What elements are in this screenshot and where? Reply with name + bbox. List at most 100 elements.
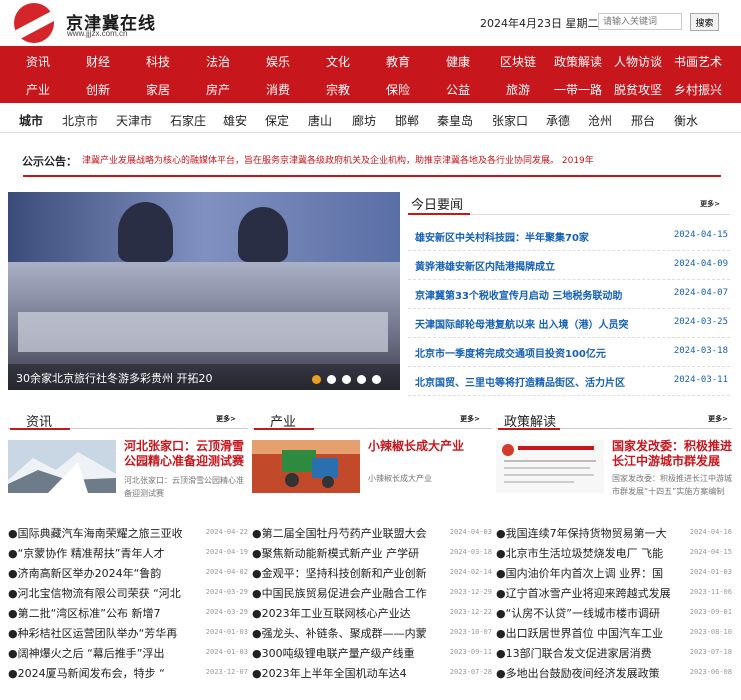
nav-item[interactable]: 政策解读 bbox=[548, 53, 608, 70]
list-item[interactable]: ●种彩桔社区运营团队举办“芳华再 2024-01-03 bbox=[8, 622, 248, 643]
list-item[interactable]: ●阔神爆火之后 “幕后推手”浮出 2024-01-03 bbox=[8, 642, 248, 663]
list-title[interactable]: ●2024厦马新闻发布会，特步 “ bbox=[8, 665, 198, 681]
nav-item[interactable]: 娱乐 bbox=[248, 53, 308, 70]
more-link[interactable]: 更多> bbox=[708, 414, 728, 424]
feature-thumbnail[interactable] bbox=[252, 440, 360, 493]
city-link[interactable]: 沧州 bbox=[588, 112, 612, 129]
list-title[interactable]: ●多地出台鼓励夜间经济发展政策 bbox=[496, 665, 686, 681]
list-title[interactable]: ●种彩桔社区运营团队举办“芳华再 bbox=[8, 625, 198, 641]
news-title[interactable]: 北京市一季度将完成交通项目投资100亿元 bbox=[415, 345, 606, 360]
slider-dot[interactable] bbox=[372, 375, 381, 384]
nav-item[interactable]: 房产 bbox=[188, 81, 248, 98]
list-title[interactable]: ●北京市生活垃圾焚烧发电厂 飞能 bbox=[496, 545, 686, 561]
list-item[interactable]: ●我国连续7年保持货物贸易第一大 2024-04-16 bbox=[496, 522, 732, 543]
news-item[interactable]: 北京国贸、三里屯等将打造精品街区、活力片区 2024-03-11 bbox=[408, 367, 730, 396]
list-item[interactable]: ●河北宝信物流有限公司荣获 “河北 2024-03-29 bbox=[8, 582, 248, 603]
nav-item[interactable]: 家居 bbox=[128, 81, 188, 98]
more-link[interactable]: 更多> bbox=[700, 199, 720, 209]
nav-item[interactable]: 健康 bbox=[428, 53, 488, 70]
search-button[interactable]: 搜索 bbox=[690, 13, 719, 31]
list-item[interactable]: ●2024厦马新闻发布会，特步 “ 2023-12-07 bbox=[8, 662, 248, 683]
news-title[interactable]: 京津冀第33个税收宣传月启动 三地税务联动助 bbox=[415, 287, 622, 302]
list-title[interactable]: ●“京蒙协作 精准帮扶”青年人才 bbox=[8, 545, 198, 561]
city-link[interactable]: 衡水 bbox=[674, 112, 698, 129]
city-link[interactable]: 雄安 bbox=[223, 112, 247, 129]
news-item[interactable]: 雄安新区中关村科技园：半年聚集70家 2024-04-15 bbox=[408, 222, 730, 251]
city-link[interactable]: 北京市 bbox=[62, 112, 98, 129]
list-title[interactable]: ●300吨级锂电联产量产级产线重 bbox=[252, 645, 442, 661]
city-link[interactable]: 邯郸 bbox=[395, 112, 419, 129]
feature-title[interactable]: 国家发改委：积极推进长江中游城市群发展 bbox=[612, 439, 736, 469]
list-item[interactable]: ●13部门联合发文促进家居消费 2023-07-18 bbox=[496, 642, 732, 663]
list-title[interactable]: ●济南高新区举办2024年“鲁韵 bbox=[8, 565, 198, 581]
more-link[interactable]: 更多> bbox=[216, 414, 236, 424]
news-item[interactable]: 天津国际邮轮母港复航以来 出入境（港）人员突 2024-03-25 bbox=[408, 309, 730, 338]
news-item[interactable]: 黄骅港雄安新区内陆港揭牌成立 2024-04-09 bbox=[408, 251, 730, 280]
news-title[interactable]: 黄骅港雄安新区内陆港揭牌成立 bbox=[415, 258, 555, 273]
city-link[interactable]: 邢台 bbox=[631, 112, 655, 129]
list-item[interactable]: ●国际典藏汽车海南荣耀之旅三亚收 2024-04-22 bbox=[8, 522, 248, 543]
feature-title[interactable]: 小辣椒长成大产业 bbox=[368, 439, 492, 454]
nav-item[interactable]: 创新 bbox=[68, 81, 128, 98]
list-title[interactable]: ●强龙头、补链条、聚成群——内蒙 bbox=[252, 625, 442, 641]
news-item[interactable]: 北京市一季度将完成交通项目投资100亿元 2024-03-18 bbox=[408, 338, 730, 367]
nav-item[interactable]: 资讯 bbox=[8, 53, 68, 70]
feature-title[interactable]: 河北张家口：云顶滑雪公园精心准备迎测试赛 bbox=[124, 439, 248, 469]
image-slider[interactable]: 30余家北京旅行社冬游多彩贵州 开拓20 bbox=[8, 192, 400, 390]
news-title[interactable]: 天津国际邮轮母港复航以来 出入境（港）人员突 bbox=[415, 316, 628, 331]
nav-item[interactable]: 教育 bbox=[368, 53, 428, 70]
nav-item[interactable]: 一带一路 bbox=[548, 81, 608, 98]
nav-item[interactable]: 财经 bbox=[68, 53, 128, 70]
list-title[interactable]: ●中国民族贸易促进会产业融合工作 bbox=[252, 585, 442, 601]
list-title[interactable]: ●聚焦新动能新模式新产业 产学研 bbox=[252, 545, 442, 561]
feature-thumbnail[interactable] bbox=[496, 440, 604, 493]
city-link[interactable]: 廊坊 bbox=[352, 112, 376, 129]
list-title[interactable]: ●2023年工业互联网核心产业达 bbox=[252, 605, 442, 621]
list-item[interactable]: ●出口跃居世界首位 中国汽车工业 2023-08-10 bbox=[496, 622, 732, 643]
list-item[interactable]: ●聚焦新动能新模式新产业 产学研 2024-03-18 bbox=[252, 542, 492, 563]
slider-dot[interactable] bbox=[357, 375, 366, 384]
list-item[interactable]: ●强龙头、补链条、聚成群——内蒙 2023-10-07 bbox=[252, 622, 492, 643]
more-link[interactable]: 更多> bbox=[460, 414, 480, 424]
list-item[interactable]: ●济南高新区举办2024年“鲁韵 2024-04-02 bbox=[8, 562, 248, 583]
list-title[interactable]: ●我国连续7年保持货物贸易第一大 bbox=[496, 525, 686, 541]
news-title[interactable]: 北京国贸、三里屯等将打造精品街区、活力片区 bbox=[415, 374, 625, 389]
slide-caption[interactable]: 30余家北京旅行社冬游多彩贵州 开拓20 bbox=[16, 370, 213, 386]
city-link[interactable]: 保定 bbox=[265, 112, 289, 129]
nav-item[interactable]: 人物访谈 bbox=[608, 53, 668, 70]
feature-thumbnail[interactable] bbox=[8, 440, 116, 493]
nav-item[interactable]: 文化 bbox=[308, 53, 368, 70]
list-item[interactable]: ●辽宁首冰雪产业将迎来跨越式发展 2023-11-06 bbox=[496, 582, 732, 603]
list-title[interactable]: ●2023年上半年全国机动车达4 bbox=[252, 665, 442, 681]
slider-dot[interactable] bbox=[312, 375, 321, 384]
nav-item[interactable]: 宗教 bbox=[308, 81, 368, 98]
site-logo-icon[interactable] bbox=[14, 3, 54, 43]
city-link[interactable]: 天津市 bbox=[116, 112, 152, 129]
list-title[interactable]: ●河北宝信物流有限公司荣获 “河北 bbox=[8, 585, 198, 601]
list-item[interactable]: ●国内油价年内首次上调 业界：国 2024-01-03 bbox=[496, 562, 732, 583]
search-input[interactable] bbox=[598, 13, 682, 30]
list-title[interactable]: ●出口跃居世界首位 中国汽车工业 bbox=[496, 625, 686, 641]
list-item[interactable]: ●多地出台鼓励夜间经济发展政策 2023-06-08 bbox=[496, 662, 732, 683]
list-item[interactable]: ●2023年工业互联网核心产业达 2023-12-22 bbox=[252, 602, 492, 623]
nav-item[interactable]: 产业 bbox=[8, 81, 68, 98]
news-item[interactable]: 京津冀第33个税收宣传月启动 三地税务联动助 2024-04-07 bbox=[408, 280, 730, 309]
announcement-marquee[interactable]: 津冀产业发展战略为核心的融媒体平台，旨在服务京津冀各级政府机关及企业机构，助推京… bbox=[82, 153, 707, 166]
city-link[interactable]: 秦皇岛 bbox=[437, 112, 473, 129]
nav-item[interactable]: 保险 bbox=[368, 81, 428, 98]
slider-dot[interactable] bbox=[327, 375, 336, 384]
list-title[interactable]: ●金观平：坚持科技创新和产业创新 bbox=[252, 565, 442, 581]
nav-item[interactable]: 科技 bbox=[128, 53, 188, 70]
list-title[interactable]: ●国内油价年内首次上调 业界：国 bbox=[496, 565, 686, 581]
nav-item[interactable]: 消费 bbox=[248, 81, 308, 98]
list-item[interactable]: ●“认房不认贷”一线城市楼市调研 2023-09-01 bbox=[496, 602, 732, 623]
nav-item[interactable]: 公益 bbox=[428, 81, 488, 98]
list-item[interactable]: ●“京蒙协作 精准帮扶”青年人才 2024-04-19 bbox=[8, 542, 248, 563]
nav-item[interactable]: 书画艺术 bbox=[668, 53, 728, 70]
news-title[interactable]: 雄安新区中关村科技园：半年聚集70家 bbox=[415, 229, 589, 244]
city-link[interactable]: 唐山 bbox=[308, 112, 332, 129]
list-title[interactable]: ●辽宁首冰雪产业将迎来跨越式发展 bbox=[496, 585, 686, 601]
nav-item[interactable]: 乡村振兴 bbox=[668, 81, 728, 98]
city-link[interactable]: 承德 bbox=[546, 112, 570, 129]
list-item[interactable]: ●第二届全国牡丹芍药产业联盟大会 2024-04-03 bbox=[252, 522, 492, 543]
